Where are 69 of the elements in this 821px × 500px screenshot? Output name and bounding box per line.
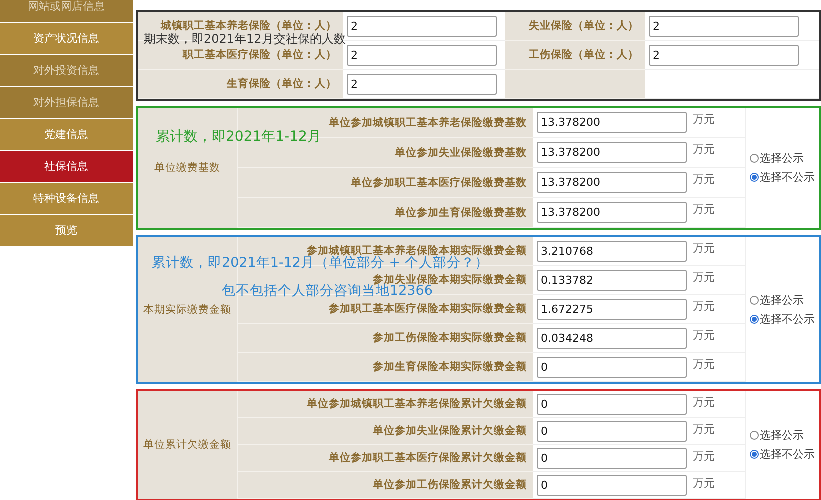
input-field[interactable]: 0.034248 bbox=[537, 328, 687, 348]
input-field[interactable]: 13.378200 bbox=[537, 172, 687, 193]
unit-label: 万元 bbox=[693, 449, 715, 464]
field-label: 参加失业保险本期实际缴费金额 bbox=[373, 273, 527, 286]
input-field[interactable]: 0.133782 bbox=[537, 270, 687, 290]
radio-option[interactable]: 选择不公示 bbox=[750, 170, 819, 185]
radio-option[interactable]: 选择公示 bbox=[750, 151, 819, 166]
radio-icon[interactable] bbox=[750, 154, 759, 163]
radio-icon[interactable] bbox=[750, 450, 759, 459]
field-label: 参加工伤保险本期实际缴费金额 bbox=[373, 331, 527, 345]
input-field[interactable]: 13.378200 bbox=[537, 202, 687, 223]
input-field[interactable]: 1.672275 bbox=[537, 298, 687, 320]
unit-label: 万元 bbox=[693, 202, 715, 217]
input-field[interactable]: 0 bbox=[537, 394, 687, 414]
unit-label: 万元 bbox=[693, 357, 715, 372]
unit-label: 万元 bbox=[693, 395, 715, 410]
unit-label: 万元 bbox=[693, 112, 715, 127]
radio-option[interactable]: 选择不公示 bbox=[750, 312, 819, 326]
input-field[interactable]: 3.210768 bbox=[537, 240, 687, 262]
unit-label: 万元 bbox=[693, 328, 715, 343]
group-label: 单位缴费基数 bbox=[154, 161, 220, 175]
sidebar-item[interactable]: 社保信息 bbox=[0, 151, 133, 182]
input-field[interactable]: 0 bbox=[537, 356, 687, 378]
annotation-note: 累计数，即2021年1-12月（单位部分 + 个人部分？） bbox=[152, 256, 489, 271]
annotation-note: 期末数，即2021年12月交社保的人数 bbox=[144, 33, 346, 46]
radio-option[interactable]: 选择公示 bbox=[750, 292, 819, 308]
input-field[interactable]: 0 bbox=[537, 474, 687, 496]
field-label: 参加生育保险本期实际缴费金额 bbox=[373, 360, 527, 374]
group-label: 单位累计欠缴金额 bbox=[144, 438, 232, 452]
field-label: 工伤保险（单位：人） bbox=[529, 48, 639, 62]
field-label: 参加城镇职工基本养老保险本期实际缴费金额 bbox=[307, 244, 527, 257]
radio-option[interactable]: 选择不公示 bbox=[750, 447, 819, 462]
field-label: 参加职工基本医疗保险本期实际缴费金额 bbox=[329, 302, 527, 316]
unit-label: 万元 bbox=[693, 142, 715, 157]
field-label: 单位参加职工基本医疗保险累计欠缴金额 bbox=[329, 451, 527, 465]
unit-label: 万元 bbox=[693, 172, 715, 187]
unit-label: 万元 bbox=[693, 299, 715, 314]
field-label: 单位参加失业保险累计欠缴金额 bbox=[373, 424, 527, 438]
radio-icon[interactable] bbox=[750, 431, 759, 440]
radio-option[interactable]: 选择公示 bbox=[750, 428, 819, 443]
field-label: 失业保险（单位：人） bbox=[529, 19, 639, 33]
input-field[interactable]: 2 bbox=[649, 16, 799, 36]
field-label: 单位参加城镇职工基本养老保险缴费基数 bbox=[329, 116, 527, 130]
field-label: 职工基本医疗保险（单位：人） bbox=[183, 48, 337, 62]
input-field[interactable]: 0 bbox=[537, 420, 687, 442]
unit-label: 万元 bbox=[693, 422, 715, 437]
unit-label: 万元 bbox=[693, 270, 715, 285]
input-field[interactable]: 2 bbox=[347, 16, 497, 36]
field-label: 单位参加城镇职工基本养老保险累计欠缴金额 bbox=[307, 397, 527, 411]
field-label: 单位参加生育保险缴费基数 bbox=[395, 206, 527, 220]
annotation-note: 累计数，即2021年1-12月 bbox=[156, 130, 322, 146]
field-label: 单位参加失业保险缴费基数 bbox=[395, 146, 527, 160]
input-field[interactable]: 2 bbox=[347, 74, 497, 94]
input-field[interactable]: 2 bbox=[347, 44, 497, 66]
radio-icon[interactable] bbox=[750, 173, 759, 182]
field-label: 单位参加职工基本医疗保险缴费基数 bbox=[351, 176, 527, 190]
input-field[interactable]: 13.378200 bbox=[537, 142, 687, 163]
unit-label: 万元 bbox=[693, 241, 715, 256]
input-field[interactable]: 0 bbox=[537, 448, 687, 468]
radio-icon[interactable] bbox=[750, 296, 759, 304]
field-label: 城镇职工基本养老保险（单位：人） bbox=[161, 19, 337, 33]
field-label: 单位参加工伤保险累计欠缴金额 bbox=[373, 478, 527, 492]
radio-icon[interactable] bbox=[750, 314, 759, 324]
input-field[interactable]: 13.378200 bbox=[537, 112, 687, 133]
field-label: 生育保险（单位：人） bbox=[227, 77, 337, 91]
annotation-note: 包不包括个人部分咨询当地12366 bbox=[222, 284, 433, 299]
input-field[interactable]: 2 bbox=[649, 44, 799, 66]
group-label: 本期实际缴费金额 bbox=[144, 302, 232, 316]
unit-label: 万元 bbox=[693, 476, 715, 491]
